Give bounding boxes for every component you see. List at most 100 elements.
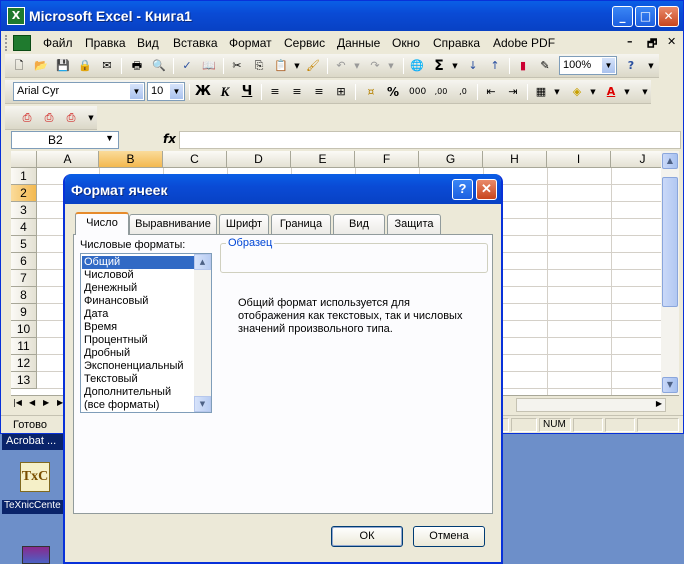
list-item[interactable]: Числовой	[82, 269, 194, 282]
format-list-scrollbar[interactable]: ▲ ▼	[194, 254, 211, 412]
hyperlink-icon[interactable]: 🌐	[409, 58, 425, 74]
taskbar-acrobat[interactable]: Acrobat ...	[2, 434, 64, 450]
menu-adobe-pdf[interactable]: Adobe PDF	[493, 36, 555, 50]
column-header[interactable]: D	[227, 151, 291, 168]
currency-icon[interactable]: ¤	[363, 84, 379, 100]
help-icon[interactable]: ?	[623, 58, 639, 74]
list-item[interactable]: Время	[82, 321, 194, 334]
tab-patterns[interactable]: Вид	[333, 214, 385, 234]
tab-number[interactable]: Число	[75, 212, 129, 235]
percent-button[interactable]: %	[385, 84, 401, 100]
redo-icon[interactable]: ↷	[367, 58, 383, 74]
column-header[interactable]: C	[163, 151, 227, 168]
select-all-button[interactable]	[11, 151, 37, 168]
list-item[interactable]: Дробный	[82, 347, 194, 360]
increase-decimal-icon[interactable]: ,00	[433, 84, 449, 100]
scroll-down-icon[interactable]: ▼	[662, 377, 678, 393]
print-icon[interactable]: 🖶	[129, 58, 145, 74]
maximize-button[interactable]: □	[635, 6, 656, 27]
sort-ascending-icon[interactable]: ↓	[465, 58, 481, 74]
first-sheet-icon[interactable]: |◀	[13, 398, 22, 407]
list-item[interactable]: Экспоненциальный	[82, 360, 194, 373]
font-name-select[interactable]: Arial Cyr ▼	[13, 82, 145, 101]
minimize-button[interactable]: _	[612, 6, 633, 27]
column-header[interactable]: G	[419, 151, 483, 168]
row-header[interactable]: 13	[11, 372, 37, 389]
merge-center-icon[interactable]: ⊞	[333, 84, 349, 100]
row-header[interactable]: 10	[11, 321, 37, 338]
font-color-icon[interactable]: A	[603, 84, 619, 100]
row-header[interactable]: 9	[11, 304, 37, 321]
borders-dropdown-icon[interactable]: ▼	[549, 84, 565, 100]
permission-icon[interactable]: 🔒	[77, 58, 93, 74]
save-icon[interactable]: 💾	[55, 58, 71, 74]
row-header[interactable]: 3	[11, 202, 37, 219]
list-item[interactable]: Дата	[82, 308, 194, 321]
toolbar-grip[interactable]	[5, 35, 9, 51]
list-item[interactable]: Общий	[82, 256, 194, 269]
prev-sheet-icon[interactable]: ◀	[29, 398, 35, 407]
chevron-down-icon[interactable]: ▼	[602, 58, 615, 73]
convert-pdf-review-icon[interactable]: ⎙	[63, 110, 79, 126]
font-size-select[interactable]: 10 ▼	[147, 82, 185, 101]
list-item[interactable]: Денежный	[82, 282, 194, 295]
texniccenter-icon[interactable]: TxC	[20, 462, 50, 492]
row-header[interactable]: 2	[11, 185, 37, 202]
scroll-up-icon[interactable]: ▲	[662, 153, 678, 169]
comma-style-button[interactable]: 000	[409, 84, 426, 100]
insert-function-button[interactable]: fx	[163, 132, 176, 146]
next-sheet-icon[interactable]: ▶	[43, 398, 49, 407]
dialog-title-bar[interactable]: Формат ячеек ? ✕	[65, 174, 501, 204]
row-header[interactable]: 8	[11, 287, 37, 304]
research-icon[interactable]: 📖	[201, 58, 217, 74]
row-header[interactable]: 12	[11, 355, 37, 372]
font-color-dropdown-icon[interactable]: ▼	[619, 84, 635, 100]
bold-button[interactable]: Ж	[195, 84, 211, 100]
texniccenter-label[interactable]: TeXnicCente	[2, 500, 66, 514]
toolbar-options-icon[interactable]: ▼	[637, 84, 653, 100]
tab-border[interactable]: Граница	[271, 214, 331, 234]
cancel-button[interactable]: Отмена	[413, 526, 485, 547]
menu-tools[interactable]: Сервис	[284, 36, 325, 50]
autosum-dropdown-icon[interactable]: ▼	[447, 58, 463, 74]
list-item[interactable]: (все форматы)	[82, 399, 194, 412]
tab-font[interactable]: Шрифт	[219, 214, 269, 234]
drawing-icon[interactable]: ✎	[537, 58, 553, 74]
chevron-down-icon[interactable]: ▼	[130, 84, 143, 99]
row-header[interactable]: 7	[11, 270, 37, 287]
sort-descending-icon[interactable]: ↑	[487, 58, 503, 74]
undo-dropdown-icon[interactable]: ▼	[349, 58, 365, 74]
column-header[interactable]: B	[99, 151, 163, 168]
horizontal-scrollbar[interactable]: ▶	[516, 398, 666, 412]
scroll-down-icon[interactable]: ▼	[194, 396, 211, 412]
align-left-icon[interactable]: ≡	[267, 84, 283, 100]
excel-icon[interactable]: X	[7, 7, 25, 25]
menu-window[interactable]: Окно	[392, 36, 420, 50]
new-icon[interactable]: 🗋	[11, 58, 27, 74]
fill-color-dropdown-icon[interactable]: ▼	[585, 84, 601, 100]
list-item[interactable]: Текстовый	[82, 373, 194, 386]
row-header[interactable]: 11	[11, 338, 37, 355]
row-header[interactable]: 5	[11, 236, 37, 253]
italic-button[interactable]: К	[217, 84, 233, 100]
help-button[interactable]: ?	[452, 179, 473, 200]
toolbar-options-icon[interactable]: ▼	[83, 110, 99, 126]
name-box[interactable]: B2 ▼	[11, 131, 119, 149]
format-painter-icon[interactable]: 🖌	[305, 58, 321, 74]
chart-wizard-icon[interactable]: ▮	[515, 58, 531, 74]
ok-button[interactable]: ОК	[331, 526, 403, 547]
tab-alignment[interactable]: Выравнивание	[129, 214, 217, 234]
chevron-down-icon[interactable]: ▼	[105, 133, 114, 143]
redo-dropdown-icon[interactable]: ▼	[383, 58, 399, 74]
dialog-close-button[interactable]: ✕	[476, 179, 497, 200]
menu-format[interactable]: Формат	[229, 36, 272, 50]
spelling-icon[interactable]: ✓	[179, 58, 195, 74]
doc-close-button[interactable]: ✕	[667, 35, 676, 48]
doc-minimize-button[interactable]: –	[627, 35, 633, 48]
row-header[interactable]: 1	[11, 168, 37, 185]
row-header[interactable]: 6	[11, 253, 37, 270]
menu-help[interactable]: Справка	[433, 36, 480, 50]
toolbar-options-icon[interactable]: ▼	[643, 58, 659, 74]
scroll-thumb[interactable]	[662, 177, 678, 307]
menu-view[interactable]: Вид	[137, 36, 159, 50]
